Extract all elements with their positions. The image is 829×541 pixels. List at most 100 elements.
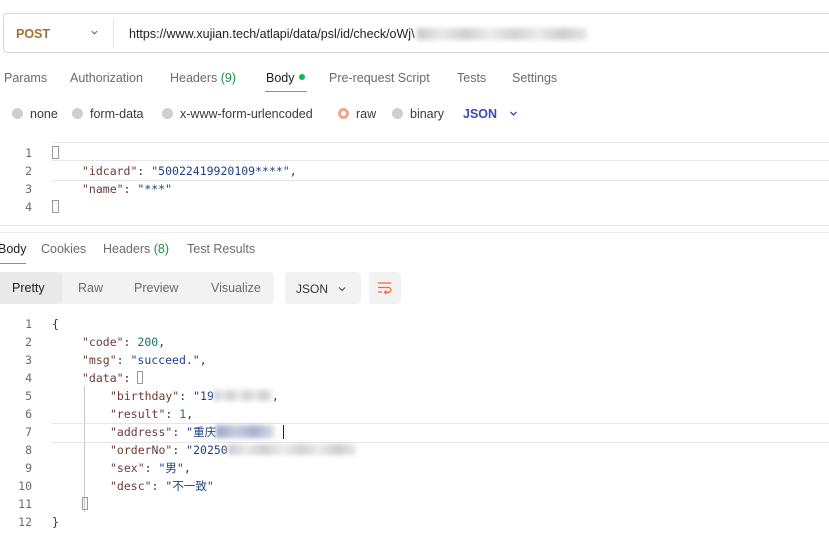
radio-selected-icon — [338, 108, 349, 119]
json-string: "50022419920109****" — [151, 164, 290, 178]
url-bar: POST https://www.xujian.tech/atlapi/data… — [3, 13, 829, 53]
line-number: 9 — [25, 461, 32, 475]
code-line: "data": — [82, 369, 144, 387]
view-pretty[interactable]: Pretty — [12, 281, 45, 295]
response-tab-test-results[interactable]: Test Results — [187, 242, 255, 256]
line-number: 6 — [25, 407, 32, 421]
json-string: "重庆 — [186, 425, 217, 439]
json-key: "desc" — [110, 479, 152, 493]
code-line: "code": 200, — [82, 335, 166, 349]
json-key: "code" — [82, 335, 124, 349]
wrap-lines-icon — [378, 282, 392, 295]
redacted-value — [213, 390, 272, 401]
response-tab-headers[interactable]: Headers (8) — [103, 242, 169, 256]
radio-none-label: none — [30, 107, 58, 121]
tab-pre-request-script[interactable]: Pre-request Script — [329, 71, 430, 85]
radio-binary[interactable]: binary — [392, 107, 444, 121]
line-number: 8 — [25, 443, 32, 457]
line-number: 3 — [25, 182, 32, 196]
redacted-url — [416, 28, 587, 40]
wrap-lines-button[interactable] — [369, 272, 401, 304]
view-visualize[interactable]: Visualize — [211, 281, 261, 295]
tab-headers-label: Headers — [170, 71, 218, 85]
json-key: "name" — [82, 182, 124, 196]
json-key: "msg" — [82, 353, 117, 367]
code-line: "name": "***" — [82, 182, 173, 196]
tab-settings[interactable]: Settings — [512, 71, 557, 85]
json-key: "address" — [110, 425, 173, 439]
indent-guide — [84, 386, 85, 512]
close-brace — [82, 495, 88, 513]
url-input[interactable]: https://www.xujian.tech/atlapi/data/psl/… — [129, 26, 587, 42]
divider — [0, 232, 829, 233]
chevron-down-icon[interactable] — [338, 285, 346, 293]
url-text: https://www.xujian.tech/atlapi/data/psl/… — [129, 27, 415, 41]
line-number: 5 — [25, 389, 32, 403]
brace-match-box — [52, 146, 59, 159]
close-brace — [52, 198, 59, 216]
tab-tests[interactable]: Tests — [457, 71, 486, 85]
radio-icon — [162, 108, 173, 119]
code-line: "birthday": "19, — [110, 389, 279, 403]
code-line: "sex": "男", — [110, 461, 191, 475]
raw-format-select[interactable]: JSON — [463, 107, 497, 121]
chevron-down-icon[interactable] — [91, 29, 98, 36]
line-number: 2 — [25, 335, 32, 349]
active-tab-underline — [0, 263, 26, 264]
json-key: "idcard" — [82, 164, 138, 178]
json-string: "***" — [137, 182, 173, 196]
code-line: "idcard": "50022419920109****", — [82, 164, 297, 178]
json-key: "data" — [82, 371, 124, 385]
response-tab-cookies[interactable]: Cookies — [41, 242, 86, 256]
radio-none[interactable]: none — [12, 107, 58, 121]
tab-headers[interactable]: Headers (9) — [170, 71, 236, 85]
view-preview[interactable]: Preview — [134, 281, 178, 295]
json-key: "result" — [110, 407, 166, 421]
response-format-label: JSON — [296, 282, 329, 296]
tab-body-label: Body — [266, 71, 295, 85]
json-string: "succeed." — [130, 353, 200, 367]
code-line: "result": 1, — [110, 407, 194, 421]
json-string: "男" — [158, 461, 184, 475]
open-brace — [52, 144, 59, 162]
radio-x-www-form-urlencoded[interactable]: x-www-form-urlencoded — [162, 107, 313, 121]
body-indicator-dot — [298, 74, 305, 80]
radio-form-data-label: form-data — [90, 107, 144, 121]
radio-raw-label: raw — [356, 107, 377, 121]
json-key: "sex" — [110, 461, 145, 475]
tab-params[interactable]: Params — [4, 71, 47, 85]
json-key: "orderNo" — [110, 443, 173, 457]
divider — [0, 225, 829, 226]
radio-icon — [392, 108, 403, 119]
code-line: "msg": "succeed.", — [82, 353, 207, 367]
close-brace: } — [52, 515, 59, 529]
divider — [113, 19, 114, 48]
code-line: "desc": "不一致" — [110, 479, 214, 493]
open-brace: { — [52, 317, 59, 331]
line-number: 1 — [25, 317, 32, 331]
chevron-down-icon[interactable] — [509, 109, 518, 118]
radio-raw[interactable]: raw — [338, 107, 376, 121]
line-number: 4 — [25, 371, 32, 385]
redacted-value — [227, 444, 356, 455]
line-number: 1 — [25, 146, 32, 160]
json-string: "不一致" — [165, 479, 214, 493]
response-tab-body[interactable]: Body — [0, 242, 27, 256]
line-number: 12 — [18, 515, 32, 529]
radio-icon — [12, 108, 23, 119]
tab-body[interactable]: Body — [266, 71, 305, 85]
editor-border — [52, 142, 829, 143]
text-cursor — [283, 425, 284, 439]
json-key: "birthday" — [110, 389, 180, 403]
radio-icon — [72, 108, 83, 119]
brace-match-box — [137, 371, 144, 384]
tab-authorization[interactable]: Authorization — [70, 71, 143, 85]
radio-form-data[interactable]: form-data — [72, 107, 144, 121]
redacted-value — [216, 425, 275, 438]
line-number: 3 — [25, 353, 32, 367]
view-raw[interactable]: Raw — [78, 281, 103, 295]
code-line: "orderNo": "20250 — [110, 441, 356, 459]
radio-urlencoded-label: x-www-form-urlencoded — [180, 107, 313, 121]
method-select[interactable]: POST — [16, 27, 50, 41]
line-number: 11 — [18, 497, 32, 511]
